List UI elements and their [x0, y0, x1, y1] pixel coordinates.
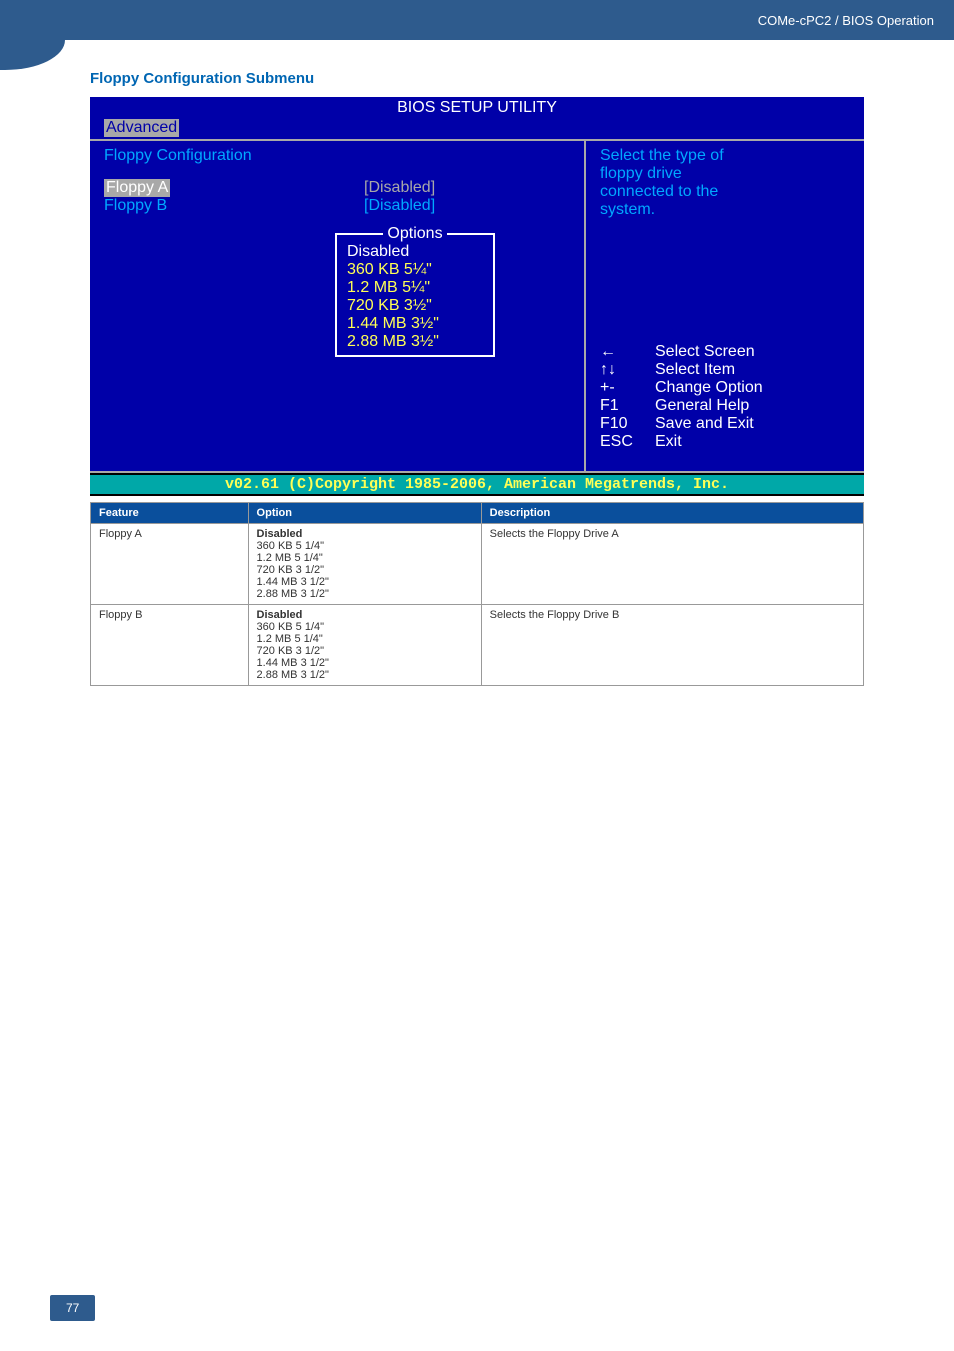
feature-table: Feature Option Description Floppy A Disa…: [90, 502, 864, 686]
content-area: Floppy Configuration Submenu BIOS SETUP …: [0, 40, 954, 686]
bios-screenshot: BIOS SETUP UTILITY Advanced Floppy Confi…: [90, 97, 864, 496]
nav-row: ↑↓Select Item: [600, 361, 852, 379]
bios-menubar: BIOS SETUP UTILITY: [90, 97, 864, 119]
bios-left-panel: Floppy Configuration Floppy A [Disabled]…: [90, 141, 584, 471]
bios-footer: v02.61 (C)Copyright 1985-2006, American …: [90, 473, 864, 496]
nav-text: Select Screen: [655, 343, 755, 361]
floppy-a-value: [Disabled]: [364, 179, 435, 197]
cell-option: Disabled 360 KB 5 1/4" 1.2 MB 5 1/4" 720…: [248, 524, 481, 605]
floppy-b-label: Floppy B: [104, 197, 364, 215]
nav-key: +-: [600, 379, 655, 397]
help-line: connected to the: [600, 183, 852, 201]
tab-advanced[interactable]: Advanced: [104, 119, 179, 137]
help-line: system.: [600, 201, 852, 219]
th-description: Description: [481, 503, 863, 524]
help-text: Select the type of floppy drive connecte…: [600, 147, 852, 219]
submenu-title: Floppy Configuration Submenu: [90, 70, 864, 87]
popup-title: Options: [383, 225, 446, 242]
nav-text: Change Option: [655, 379, 763, 397]
page-number: 77: [50, 1295, 95, 1321]
cell-option: Disabled 360 KB 5 1/4" 1.2 MB 5 1/4" 720…: [248, 605, 481, 686]
bios-tabs: Advanced: [90, 119, 864, 139]
nav-key: F10: [600, 415, 655, 433]
page-footer: 77: [50, 1295, 904, 1321]
popup-item-3[interactable]: 720 KB 3½": [347, 297, 483, 315]
nav-key: ESC: [600, 433, 655, 451]
opt-item: 1.44 MB 3 1/2": [257, 576, 473, 588]
breadcrumb: COMe-cPC2 / BIOS Operation: [758, 13, 934, 28]
th-option: Option: [248, 503, 481, 524]
nav-row: ESCExit: [600, 433, 852, 451]
popup-item-1[interactable]: 360 KB 5¼": [347, 261, 483, 279]
popup-item-4[interactable]: 1.44 MB 3½": [347, 315, 483, 333]
popup-item-0[interactable]: Disabled: [347, 243, 483, 261]
panel-title: Floppy Configuration: [104, 147, 572, 165]
nav-key: ←: [600, 343, 655, 361]
nav-row: F1General Help: [600, 397, 852, 415]
table-header-row: Feature Option Description: [91, 503, 864, 524]
help-line: floppy drive: [600, 165, 852, 183]
bios-title: BIOS SETUP UTILITY: [397, 99, 557, 117]
opt-item: 1.44 MB 3 1/2": [257, 657, 473, 669]
nav-key: ↑↓: [600, 361, 655, 379]
nav-text: General Help: [655, 397, 749, 415]
opt-item: 360 KB 5 1/4": [257, 540, 473, 552]
row-floppy-b[interactable]: Floppy B [Disabled]: [104, 197, 572, 215]
opt-item: Disabled: [257, 528, 473, 540]
opt-item: 360 KB 5 1/4": [257, 621, 473, 633]
nav-row: +-Change Option: [600, 379, 852, 397]
bios-body: Floppy Configuration Floppy A [Disabled]…: [90, 139, 864, 473]
nav-row: ←Select Screen: [600, 343, 852, 361]
opt-item: 1.2 MB 5 1/4": [257, 633, 473, 645]
header-band: COMe-cPC2 / BIOS Operation: [0, 0, 954, 40]
help-line: Select the type of: [600, 147, 852, 165]
opt-item: 720 KB 3 1/2": [257, 645, 473, 657]
opt-item: 1.2 MB 5 1/4": [257, 552, 473, 564]
row-floppy-a[interactable]: Floppy A [Disabled]: [104, 179, 572, 197]
cell-feature: Floppy A: [91, 524, 249, 605]
floppy-a-label: Floppy A: [104, 179, 364, 197]
floppy-b-value: [Disabled]: [364, 197, 435, 215]
cell-feature: Floppy B: [91, 605, 249, 686]
nav-keys: ←Select Screen ↑↓Select Item +-Change Op…: [600, 343, 852, 461]
opt-item: 720 KB 3 1/2": [257, 564, 473, 576]
nav-text: Select Item: [655, 361, 735, 379]
table-row: Floppy B Disabled 360 KB 5 1/4" 1.2 MB 5…: [91, 605, 864, 686]
cell-description: Selects the Floppy Drive B: [481, 605, 863, 686]
options-popup: Options Disabled 360 KB 5¼" 1.2 MB 5¼" 7…: [335, 233, 495, 357]
popup-item-2[interactable]: 1.2 MB 5¼": [347, 279, 483, 297]
popup-item-5[interactable]: 2.88 MB 3½": [347, 333, 483, 351]
nav-text: Save and Exit: [655, 415, 754, 433]
table-row: Floppy A Disabled 360 KB 5 1/4" 1.2 MB 5…: [91, 524, 864, 605]
nav-text: Exit: [655, 433, 682, 451]
nav-key: F1: [600, 397, 655, 415]
bios-right-panel: Select the type of floppy drive connecte…: [584, 141, 864, 471]
cell-description: Selects the Floppy Drive A: [481, 524, 863, 605]
opt-item: Disabled: [257, 609, 473, 621]
nav-row: F10Save and Exit: [600, 415, 852, 433]
opt-item: 2.88 MB 3 1/2": [257, 669, 473, 681]
popup-title-wrap: Options: [347, 225, 483, 243]
opt-item: 2.88 MB 3 1/2": [257, 588, 473, 600]
th-feature: Feature: [91, 503, 249, 524]
